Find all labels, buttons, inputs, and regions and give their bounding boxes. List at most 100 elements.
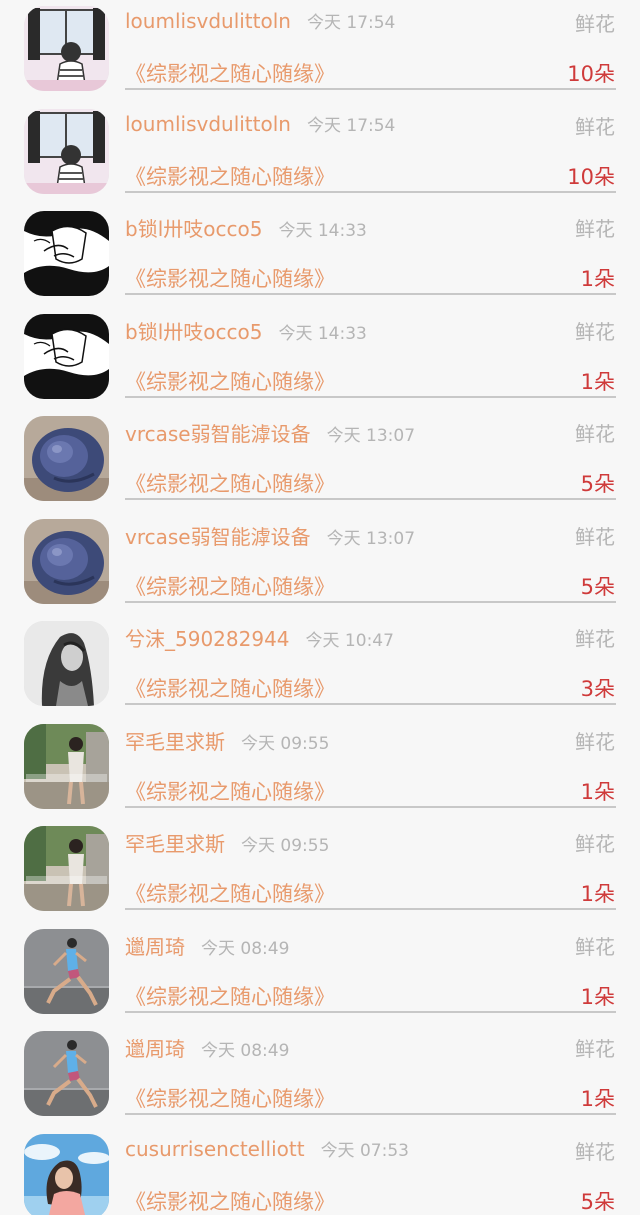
gift-type-label: 鲜花: [575, 114, 615, 139]
sender-name-text: cusurrisenctelliott: [125, 1136, 305, 1161]
timestamp: 今天 14:33: [278, 221, 367, 241]
timestamp: 今天 07:53: [320, 1140, 409, 1161]
sender-name[interactable]: 兮沫_590282944 今天 10:47: [125, 623, 394, 652]
avatar[interactable]: [24, 723, 109, 809]
divider: [125, 805, 616, 808]
divider: [125, 190, 616, 193]
list-item[interactable]: cusurrisenctelliott 今天 07:53 鲜花 《综影视之随心随缘》 5…: [0, 1130, 640, 1215]
divider: [125, 498, 616, 500]
sketch-icon: [24, 211, 109, 296]
avatar[interactable]: [24, 621, 109, 706]
divider: [125, 395, 616, 398]
portrait-icon: [24, 621, 109, 706]
timestamp: 今天 08:49: [201, 1041, 290, 1061]
divider: [125, 1010, 616, 1013]
list-item[interactable]: 兮沫_590282944 今天 10:47 鲜花 《综影视之随心随缘》 3朵: [0, 617, 640, 720]
shell-icon: [24, 518, 109, 604]
timestamp: 今天 08:49: [201, 938, 290, 959]
gift-count: 1朵: [580, 984, 615, 1009]
book-title-link[interactable]: 《综影视之随心随缘》: [125, 58, 335, 88]
gift-count: 5朵: [580, 472, 615, 496]
sender-name-text: 罕毛里求斯: [125, 729, 225, 754]
book-title-link[interactable]: 《综影视之随心随缘》: [125, 776, 335, 806]
sender-name-text: 罕毛里求斯: [125, 832, 225, 856]
sender-name[interactable]: 邋周琦 今天 08:49: [125, 931, 289, 960]
divider: [125, 88, 616, 90]
avatar[interactable]: [24, 518, 109, 604]
timestamp: 今天 13:07: [326, 528, 416, 549]
sender-name[interactable]: b锁l卅吱occo5 今天 14:33: [125, 213, 367, 242]
gift-type-label: 鲜花: [575, 832, 615, 856]
sender-name[interactable]: 罕毛里求斯 今天 09:55: [125, 828, 329, 857]
book-title-link[interactable]: 《综影视之随心随缘》: [125, 878, 335, 908]
timestamp: 今天 13:07: [326, 426, 416, 446]
sender-name-text: 邋周琦: [125, 934, 185, 959]
sender-name[interactable]: cusurrisenctelliott 今天 07:53: [125, 1136, 409, 1161]
book-title-link[interactable]: 《综影视之随心随缘》: [125, 981, 335, 1011]
list-item[interactable]: 邋周琦 今天 08:49 鲜花 《综影视之随心随缘》 1朵: [0, 1027, 640, 1130]
avatar[interactable]: [24, 108, 109, 194]
window-icon: [24, 108, 109, 194]
shell-icon: [24, 416, 109, 501]
avatar[interactable]: [24, 1031, 109, 1116]
sender-name[interactable]: b锁l卅吱occo5 今天 14:33: [125, 316, 367, 345]
avatar[interactable]: [24, 1133, 109, 1215]
sender-name[interactable]: vrcase弱智能滹设备 今天 13:07: [125, 521, 415, 550]
gift-count: 10朵: [567, 164, 615, 189]
sender-name-text: loumlisvdulittoln: [125, 9, 291, 33]
divider: [125, 600, 616, 603]
gift-type-label: 鲜花: [575, 319, 615, 344]
sender-name[interactable]: 罕毛里求斯 今天 09:55: [125, 726, 329, 755]
avatar[interactable]: [24, 211, 109, 296]
sender-name-text: loumlisvdulittoln: [125, 111, 291, 136]
gift-type-label: 鲜花: [575, 729, 615, 754]
street-icon: [24, 826, 109, 911]
divider: [125, 703, 616, 705]
sender-name[interactable]: loumlisvdulittoln 今天 17:54: [125, 8, 395, 33]
divider: [125, 908, 616, 910]
avatar[interactable]: [24, 416, 109, 501]
list-item[interactable]: b锁l卅吱occo5 今天 14:33 鲜花 《综影视之随心随缘》 1朵: [0, 207, 640, 310]
book-title-link[interactable]: 《综影视之随心随缘》: [125, 571, 335, 601]
sender-name[interactable]: 邋周琦 今天 08:49: [125, 1033, 289, 1062]
book-title-link[interactable]: 《综影视之随心随缘》: [125, 1083, 335, 1113]
gift-count: 3朵: [580, 677, 615, 701]
list-item[interactable]: loumlisvdulittoln 今天 17:54 鲜花《综影视之随心随缘》 10朵: [0, 105, 640, 208]
gift-type-label: 鲜花: [575, 524, 615, 549]
book-title-link[interactable]: 《综影视之随心随缘》: [125, 1186, 335, 1215]
list-item[interactable]: vrcase弱智能滹设备 今天 13:07 鲜花《综影视之随心随缘》 5朵: [0, 515, 640, 618]
sender-name[interactable]: vrcase弱智能滹设备 今天 13:07: [125, 418, 415, 447]
list-item[interactable]: b锁l卅吱occo5 今天 14:33 鲜花 《综影视之随心随缘》 1朵: [0, 310, 640, 413]
list-item[interactable]: 罕毛里求斯 今天 09:55 鲜花《综影视之随心随缘》 1朵: [0, 720, 640, 823]
book-title-link[interactable]: 《综影视之随心随缘》: [125, 263, 335, 293]
gift-count: 1朵: [580, 779, 615, 804]
list-item[interactable]: loumlisvdulittoln 今天 17:54 鲜花 《综影视之随心随缘》 10朵: [0, 2, 640, 105]
flower-gift-list: loumlisvdulittoln 今天 17:54 鲜花 《综影视之随心随缘》 10朵…: [0, 0, 640, 1215]
book-title-link[interactable]: 《综影视之随心随缘》: [125, 161, 335, 191]
timestamp: 今天 17:54: [306, 115, 396, 136]
sender-name[interactable]: loumlisvdulittoln 今天 17:54: [125, 111, 395, 136]
book-title-link[interactable]: 《综影视之随心随缘》: [125, 366, 335, 396]
list-item[interactable]: vrcase弱智能滹设备 今天 13:07 鲜花 《综影视之随心随缘》 5朵: [0, 412, 640, 515]
gift-type-label: 鲜花: [575, 1139, 615, 1164]
gift-type-label: 鲜花: [575, 934, 615, 959]
gift-count: 10朵: [567, 62, 615, 86]
sender-name-text: b锁l卅吱occo5: [125, 319, 263, 344]
gift-type-label: 鲜花: [575, 1037, 615, 1061]
avatar[interactable]: [24, 6, 109, 91]
book-title-link[interactable]: 《综影视之随心随缘》: [125, 468, 335, 498]
timestamp: 今天 14:33: [278, 323, 367, 344]
street-icon: [24, 723, 109, 809]
avatar[interactable]: [24, 826, 109, 911]
gift-count: 5朵: [580, 574, 615, 599]
book-title-link[interactable]: 《综影视之随心随缘》: [125, 673, 335, 703]
list-item[interactable]: 罕毛里求斯 今天 09:55 鲜花 《综影视之随心随缘》 1朵: [0, 822, 640, 925]
timestamp: 今天 17:54: [306, 13, 396, 33]
timestamp: 今天 09:55: [241, 733, 330, 754]
list-item[interactable]: 邋周琦 今天 08:49 鲜花《综影视之随心随缘》 1朵: [0, 925, 640, 1028]
avatar[interactable]: [24, 313, 109, 399]
runner-icon: [24, 928, 109, 1014]
avatar[interactable]: [24, 928, 109, 1014]
divider: [125, 293, 616, 295]
sketch-icon: [24, 313, 109, 399]
